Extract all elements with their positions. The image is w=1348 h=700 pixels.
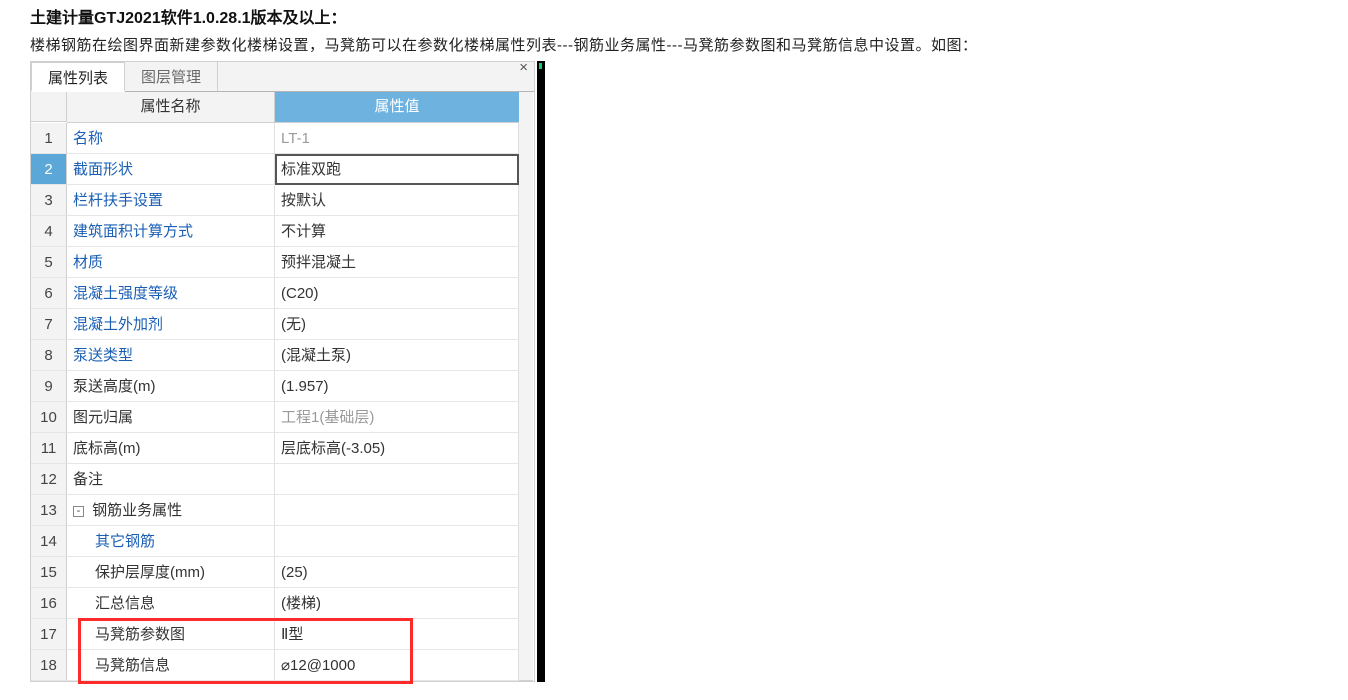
property-value-cell[interactable]: 层底标高(-3.05) [275, 433, 519, 464]
scrollbar[interactable] [519, 92, 533, 681]
property-name-cell[interactable]: 名称 [67, 123, 275, 154]
row-number[interactable]: 15 [31, 557, 67, 588]
property-name-cell[interactable]: 底标高(m) [67, 433, 275, 464]
property-name-cell[interactable]: 栏杆扶手设置 [67, 185, 275, 216]
property-value-cell[interactable]: (混凝土泵) [275, 340, 519, 371]
page-title: 土建计量GTJ2021软件1.0.28.1版本及以上： [30, 4, 1318, 28]
row-number[interactable]: 8 [31, 340, 67, 371]
row-number[interactable]: 10 [31, 402, 67, 433]
property-name-cell[interactable]: 截面形状 [67, 154, 275, 185]
property-name-cell[interactable]: 保护层厚度(mm) [67, 557, 275, 588]
property-value-cell[interactable]: 按默认 [275, 185, 519, 216]
row-number[interactable]: 18 [31, 650, 67, 681]
property-value-cell[interactable]: 标准双跑 [275, 154, 519, 185]
property-grid: 属性名称 属性值 1名称LT-1 2截面形状标准双跑 3栏杆扶手设置按默认 4建筑面积… [31, 92, 534, 681]
property-value-cell[interactable] [275, 526, 519, 557]
property-name-cell[interactable]: 其它钢筋 [67, 526, 275, 557]
property-value-cell[interactable]: LT-1 [275, 123, 519, 154]
property-name-cell[interactable]: 汇总信息 [67, 588, 275, 619]
page-description: 楼梯钢筋在绘图界面新建参数化楼梯设置，马凳筋可以在参数化楼梯属性列表---钢筋业… [30, 34, 1318, 55]
property-name-cell[interactable]: 建筑面积计算方式 [67, 216, 275, 247]
property-name-cell[interactable]: 马凳筋信息 [67, 650, 275, 681]
property-value-cell[interactable]: 预拌混凝土 [275, 247, 519, 278]
row-number[interactable]: 13 [31, 495, 67, 526]
property-value-cell[interactable]: (楼梯) [275, 588, 519, 619]
property-value-cell[interactable]: 工程1(基础层) [275, 402, 519, 433]
row-number[interactable]: 7 [31, 309, 67, 340]
row-number[interactable]: 3 [31, 185, 67, 216]
property-value-cell[interactable]: Ⅱ型 [275, 619, 519, 650]
right-strip [537, 61, 545, 682]
row-number[interactable]: 17 [31, 619, 67, 650]
close-icon[interactable]: × [515, 60, 532, 76]
property-name-cell[interactable]: 图元归属 [67, 402, 275, 433]
row-number[interactable]: 4 [31, 216, 67, 247]
row-number[interactable]: 2 [31, 154, 67, 185]
header-name: 属性名称 [67, 92, 275, 123]
property-name-cell[interactable]: 材质 [67, 247, 275, 278]
row-number[interactable]: 5 [31, 247, 67, 278]
row-number[interactable]: 9 [31, 371, 67, 402]
row-number[interactable]: 16 [31, 588, 67, 619]
property-value-cell[interactable]: 不计算 [275, 216, 519, 247]
property-name-cell[interactable]: 泵送类型 [67, 340, 275, 371]
row-number[interactable]: 1 [31, 123, 67, 154]
header-value[interactable]: 属性值 [275, 92, 519, 123]
property-name-cell[interactable]: 混凝土外加剂 [67, 309, 275, 340]
property-name-cell[interactable]: - 钢筋业务属性 [67, 495, 275, 526]
row-number[interactable]: 14 [31, 526, 67, 557]
header-rownum [31, 92, 67, 122]
property-value-cell[interactable] [275, 464, 519, 495]
tab-layers[interactable]: 图层管理 [125, 62, 218, 91]
property-value-cell[interactable] [275, 495, 519, 526]
property-name-cell[interactable]: 混凝土强度等级 [67, 278, 275, 309]
collapse-icon[interactable]: - [73, 506, 84, 517]
property-name-cell[interactable]: 泵送高度(m) [67, 371, 275, 402]
property-value-cell[interactable]: (1.957) [275, 371, 519, 402]
row-number[interactable]: 12 [31, 464, 67, 495]
property-name-cell[interactable]: 备注 [67, 464, 275, 495]
row-number[interactable]: 11 [31, 433, 67, 464]
property-value-cell[interactable]: (25) [275, 557, 519, 588]
panel-tabs: 属性列表 图层管理 [31, 62, 534, 92]
property-panel: × 属性列表 图层管理 属性名称 属性值 1名称LT-1 2截面形状标准双跑 3栏杆… [30, 61, 535, 682]
row-number[interactable]: 6 [31, 278, 67, 309]
property-name-cell[interactable]: 马凳筋参数图 [67, 619, 275, 650]
property-value-cell[interactable]: ⌀12@1000 [275, 650, 519, 681]
property-value-cell[interactable]: (无) [275, 309, 519, 340]
property-value-cell[interactable]: (C20) [275, 278, 519, 309]
tab-properties[interactable]: 属性列表 [31, 62, 125, 92]
